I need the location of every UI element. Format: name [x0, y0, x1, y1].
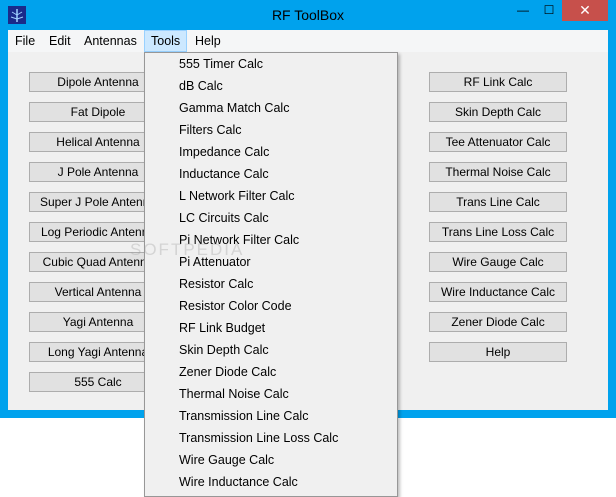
trans-line-loss-calc-button[interactable]: Trans Line Loss Calc	[429, 222, 567, 242]
rf-link-calc-button[interactable]: RF Link Calc	[429, 72, 567, 92]
tools-menu-item[interactable]: Impedance Calc	[179, 141, 269, 163]
tools-menu-item[interactable]: Zener Diode Calc	[179, 361, 276, 383]
close-button[interactable]: ✕	[562, 0, 608, 21]
tools-menu-item[interactable]: LC Circuits Calc	[179, 207, 269, 229]
tools-menu-item[interactable]: 555 Timer Calc	[179, 53, 263, 75]
tools-menu-item[interactable]: Thermal Noise Calc	[179, 383, 289, 405]
minimize-button[interactable]: —	[510, 0, 536, 21]
menu-tools[interactable]: Tools	[144, 30, 188, 52]
tools-menu-item[interactable]: Inductance Calc	[179, 163, 269, 185]
tools-menu-item[interactable]: L Network Filter Calc	[179, 185, 295, 207]
zener-diode-calc-button[interactable]: Zener Diode Calc	[429, 312, 567, 332]
tools-menu-item[interactable]: Resistor Calc	[179, 273, 253, 295]
tools-menu-item[interactable]: Skin Depth Calc	[179, 339, 269, 361]
title-bar[interactable]: RF ToolBox — ☐ ✕	[0, 0, 616, 30]
trans-line-calc-button[interactable]: Trans Line Calc	[429, 192, 567, 212]
wire-gauge-calc-button[interactable]: Wire Gauge Calc	[429, 252, 567, 272]
help-button[interactable]: Help	[429, 342, 567, 362]
watermark: SOFTPEDIA	[130, 240, 245, 259]
tools-menu-item[interactable]: Filters Calc	[179, 119, 242, 141]
maximize-button[interactable]: ☐	[536, 0, 562, 21]
tools-menu-item[interactable]: Transmission Line Loss Calc	[179, 427, 338, 449]
menu-file[interactable]: File	[9, 30, 41, 52]
menu-antennas[interactable]: Antennas	[78, 30, 143, 52]
menu-help[interactable]: Help	[189, 30, 227, 52]
skin-depth-calc-button[interactable]: Skin Depth Calc	[429, 102, 567, 122]
tools-menu-item[interactable]: Gamma Match Calc	[179, 97, 289, 119]
tools-dropdown-menu: 555 Timer Calc dB Calc Gamma Match Calc …	[144, 52, 398, 497]
tee-attenuator-calc-button[interactable]: Tee Attenuator Calc	[429, 132, 567, 152]
tools-menu-item[interactable]: Wire Gauge Calc	[179, 449, 274, 471]
menu-bar: File Edit Antennas Tools Help	[8, 30, 608, 52]
wire-inductance-calc-button[interactable]: Wire Inductance Calc	[429, 282, 567, 302]
thermal-noise-calc-button[interactable]: Thermal Noise Calc	[429, 162, 567, 182]
menu-edit[interactable]: Edit	[43, 30, 77, 52]
tools-menu-item[interactable]: RF Link Budget	[179, 317, 265, 339]
tools-menu-item[interactable]: dB Calc	[179, 75, 223, 97]
tools-menu-item[interactable]: Wire Inductance Calc	[179, 471, 298, 493]
tools-menu-item[interactable]: Transmission Line Calc	[179, 405, 308, 427]
tools-menu-item[interactable]: Resistor Color Code	[179, 295, 292, 317]
